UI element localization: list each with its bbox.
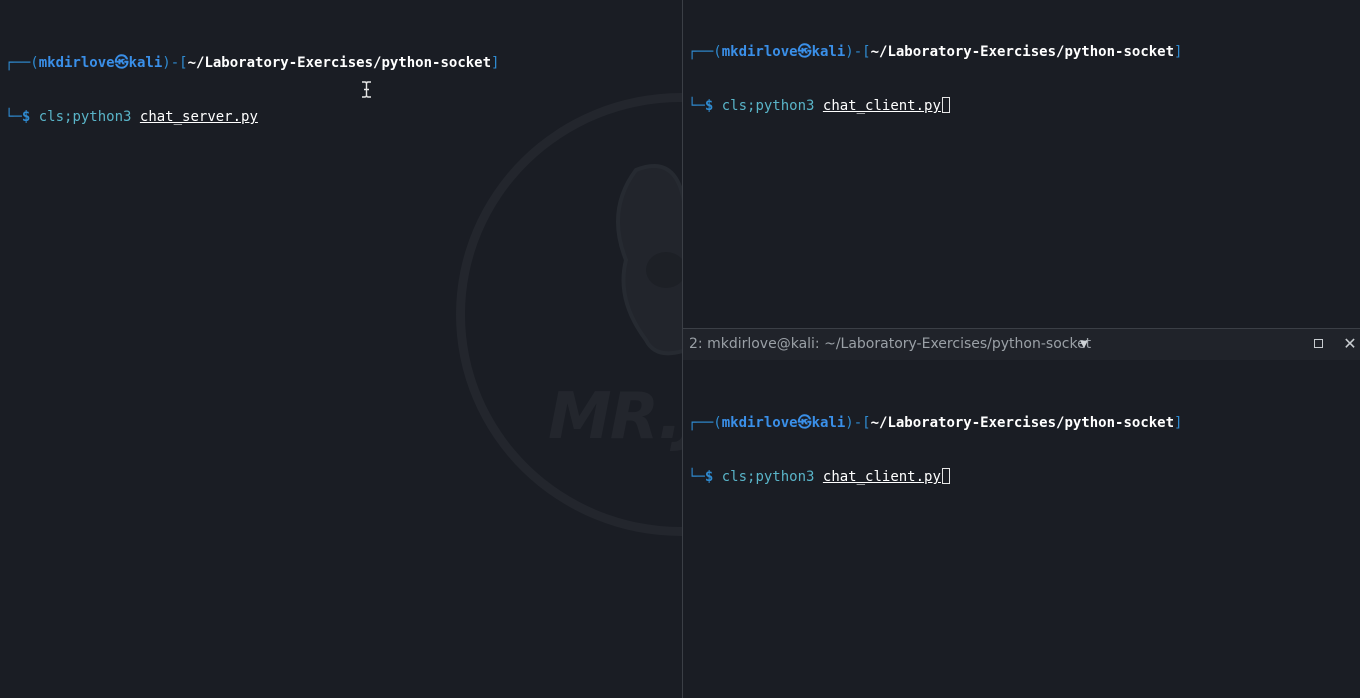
prompt-bracket-open: )-[: [162, 55, 188, 71]
command-text: cls;python3: [721, 469, 815, 485]
prompt-line-1: ┌──(mkdirlove㉿kali)-[~/Laboratory-Exerci…: [5, 54, 499, 72]
close-icon[interactable]: ✕: [1343, 334, 1357, 353]
terminal-window: MR.J ┌──(mkdirlove㉿kali)-[~/Laboratory-E…: [0, 0, 1360, 698]
prompt-dollar: $: [704, 469, 714, 485]
command-argument: chat_server.py: [139, 109, 258, 125]
prompt-host-separator: ㉿: [114, 55, 129, 71]
background-logo-text: MR.J: [548, 380, 682, 454]
terminal-pane-client-1[interactable]: ┌──(mkdirlove㉿kali)-[~/Laboratory-Exerci…: [683, 0, 1360, 328]
text-cursor-icon: [362, 81, 371, 98]
prompt-bracket-close: ]: [1174, 415, 1183, 431]
prompt-bracket-open: )-[: [845, 415, 871, 431]
prompt-user: mkdirlove: [721, 44, 798, 60]
prompt-dollar: $: [704, 98, 714, 114]
prompt-box-bottom: └─: [688, 469, 705, 485]
prompt-bracket-open: )-[: [845, 44, 871, 60]
terminal-output: ┌──(mkdirlove㉿kali)-[~/Laboratory-Exerci…: [5, 18, 499, 162]
skull-logo-icon: [616, 164, 682, 356]
command-argument: chat_client.py: [822, 98, 941, 114]
prompt-path: ~/Laboratory-Exercises/python-socket: [187, 55, 492, 71]
prompt-line-2: └─$ cls;python3 chat_client.py: [688, 468, 1182, 486]
prompt-line-1: ┌──(mkdirlove㉿kali)-[~/Laboratory-Exerci…: [688, 43, 1182, 61]
command-text: cls;python3: [38, 109, 132, 125]
prompt-bracket-close: ]: [1174, 44, 1183, 60]
pane-title[interactable]: 2: mkdirlove@kali: ~/Laboratory-Exercise…: [689, 336, 1091, 352]
prompt-host: kali: [128, 55, 163, 71]
prompt-path: ~/Laboratory-Exercises/python-socket: [870, 44, 1175, 60]
terminal-pane-server[interactable]: MR.J ┌──(mkdirlove㉿kali)-[~/Laboratory-E…: [0, 0, 682, 698]
prompt-box-top: ┌──(: [688, 415, 722, 431]
prompt-host-separator: ㉿: [797, 44, 812, 60]
terminal-cursor: [941, 97, 950, 113]
terminal-pane-client-2[interactable]: ┌──(mkdirlove㉿kali)-[~/Laboratory-Exerci…: [683, 360, 1360, 698]
maximize-icon[interactable]: [1313, 338, 1323, 348]
chevron-down-icon[interactable]: ▼: [1077, 337, 1091, 351]
prompt-box-top: ┌──(: [688, 44, 722, 60]
prompt-host: kali: [811, 44, 846, 60]
prompt-line-2: └─$ cls;python3 chat_server.py: [5, 108, 499, 126]
prompt-bracket-close: ]: [491, 55, 500, 71]
terminal-output: ┌──(mkdirlove㉿kali)-[~/Laboratory-Exerci…: [688, 7, 1182, 151]
prompt-box-top: ┌──(: [5, 55, 39, 71]
prompt-host-separator: ㉿: [797, 415, 812, 431]
prompt-user: mkdirlove: [721, 415, 798, 431]
prompt-path: ~/Laboratory-Exercises/python-socket: [870, 415, 1175, 431]
pane-title-bar[interactable]: 2: mkdirlove@kali: ~/Laboratory-Exercise…: [683, 329, 1360, 360]
terminal-output: ┌──(mkdirlove㉿kali)-[~/Laboratory-Exerci…: [688, 378, 1182, 522]
command-text: cls;python3: [721, 98, 815, 114]
prompt-dollar: $: [21, 109, 31, 125]
prompt-box-bottom: └─: [5, 109, 22, 125]
terminal-cursor: [941, 468, 950, 484]
prompt-user: mkdirlove: [38, 55, 115, 71]
prompt-box-bottom: └─: [688, 98, 705, 114]
prompt-line-1: ┌──(mkdirlove㉿kali)-[~/Laboratory-Exerci…: [688, 414, 1182, 432]
command-argument: chat_client.py: [822, 469, 941, 485]
prompt-line-2: └─$ cls;python3 chat_client.py: [688, 97, 1182, 115]
prompt-host: kali: [811, 415, 846, 431]
